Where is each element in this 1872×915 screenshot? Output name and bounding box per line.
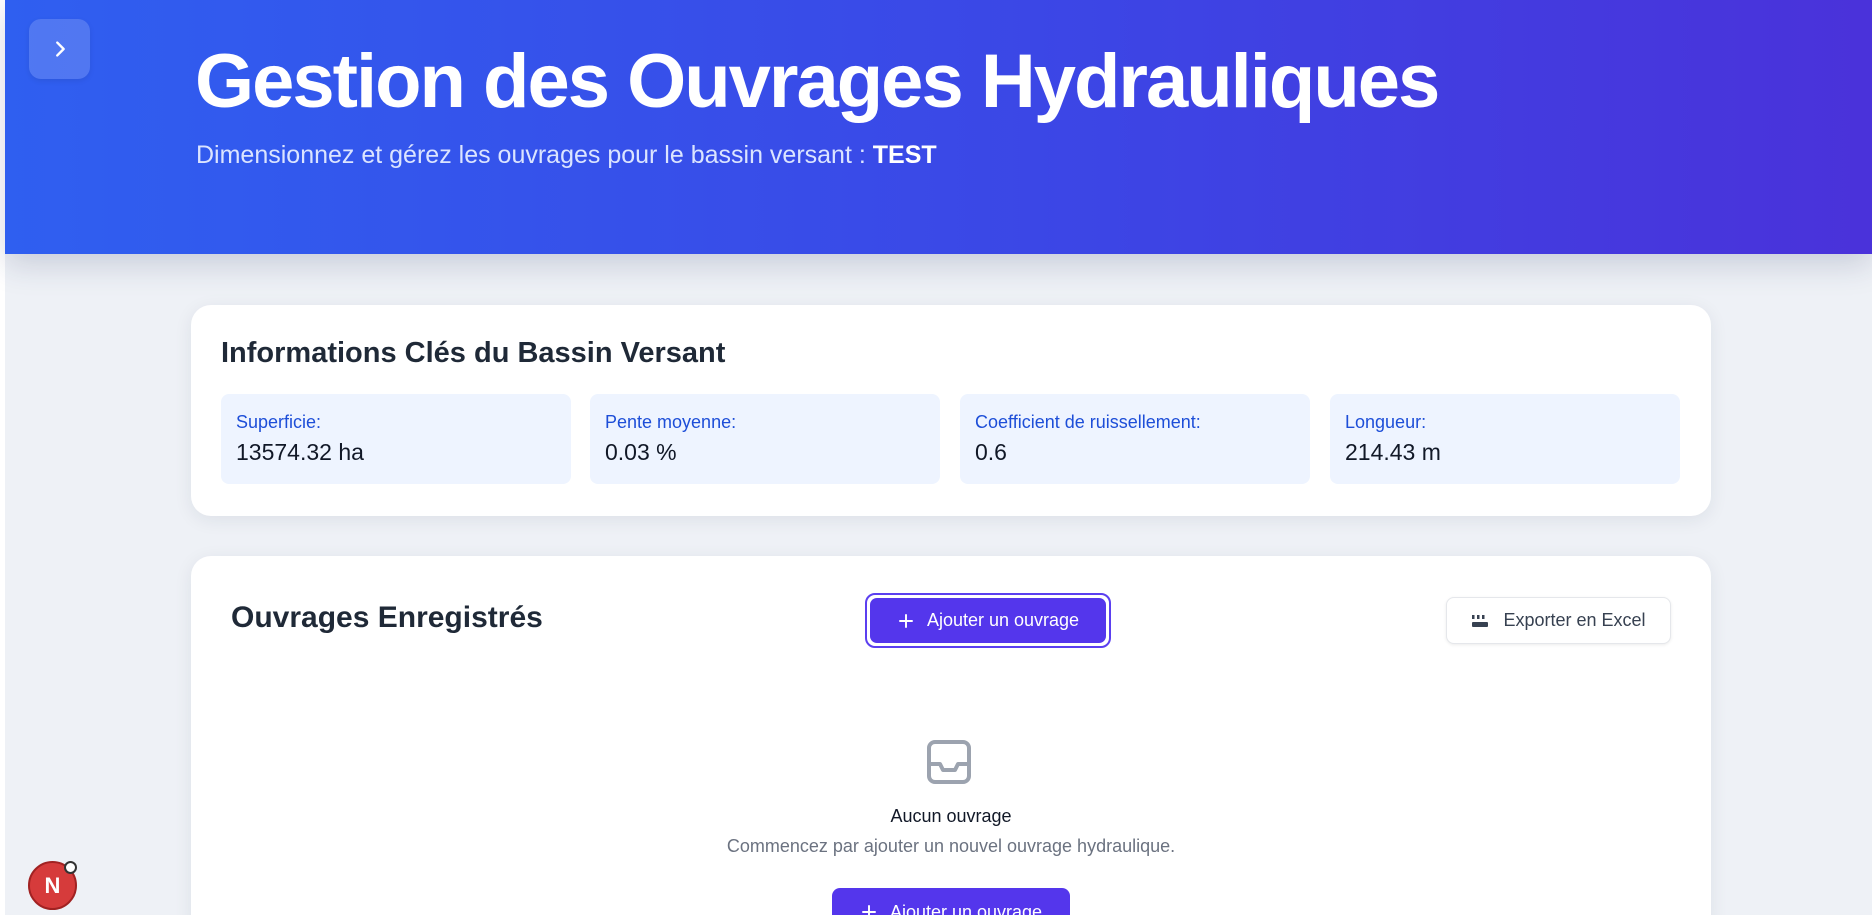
basin-info-card: Informations Clés du Bassin Versant Supe… bbox=[191, 305, 1711, 516]
add-work-label: Ajouter un ouvrage bbox=[926, 610, 1080, 630]
export-excel-label: Exporter en Excel bbox=[1503, 610, 1646, 630]
plus-icon bbox=[861, 905, 876, 915]
stat-label: Coefficient de ruissellement: bbox=[975, 412, 1201, 432]
stat-value: 214.43 m bbox=[1345, 439, 1441, 465]
empty-state-title: Aucun ouvrage bbox=[890, 806, 1012, 826]
add-work-button[interactable]: Ajouter un ouvrage bbox=[870, 598, 1106, 643]
stat-length: Longueur: 214.43 m bbox=[1330, 394, 1680, 484]
subtitle-text: Dimensionnez et gérez les ouvrages pour … bbox=[196, 141, 873, 169]
empty-add-work-button[interactable]: Ajouter un ouvrage bbox=[832, 888, 1070, 915]
add-work-button-focus-ring: Ajouter un ouvrage bbox=[865, 593, 1111, 648]
stat-label: Longueur: bbox=[1345, 412, 1427, 432]
basin-info-title: Informations Clés du Bassin Versant bbox=[221, 337, 726, 369]
basin-name: TEST bbox=[872, 141, 937, 169]
empty-state-description: Commencez par ajouter un nouvel ouvrage … bbox=[726, 836, 1176, 856]
works-card: Ouvrages Enregistrés Ajouter un ouvrage … bbox=[191, 556, 1711, 915]
notification-dot bbox=[64, 861, 77, 874]
dev-badge-letter: N bbox=[44, 872, 61, 898]
inbox-icon bbox=[927, 740, 971, 784]
stat-value: 0.6 bbox=[975, 439, 1007, 465]
stat-slope: Pente moyenne: 0.03 % bbox=[590, 394, 940, 484]
page-subtitle: Dimensionnez et gérez les ouvrages pour … bbox=[196, 141, 937, 170]
page-title: Gestion des Ouvrages Hydrauliques bbox=[195, 39, 1440, 124]
sidebar-toggle-button[interactable] bbox=[29, 19, 90, 79]
stat-value: 0.03 % bbox=[605, 439, 677, 465]
export-excel-button[interactable]: Exporter en Excel bbox=[1446, 597, 1671, 644]
stat-value: 13574.32 ha bbox=[236, 439, 364, 465]
stat-runoff-coefficient: Coefficient de ruissellement: 0.6 bbox=[960, 394, 1310, 484]
stat-label: Superficie: bbox=[236, 412, 322, 432]
chevron-right-icon bbox=[55, 41, 65, 57]
plus-icon bbox=[898, 613, 913, 628]
stat-label: Pente moyenne: bbox=[605, 412, 737, 432]
stat-area: Superficie: 13574.32 ha bbox=[221, 394, 571, 484]
works-title: Ouvrages Enregistrés bbox=[231, 601, 543, 634]
dev-tools-badge[interactable]: N bbox=[28, 861, 77, 910]
page-header: Gestion des Ouvrages Hydrauliques Dimens… bbox=[5, 0, 1872, 254]
excel-icon bbox=[1472, 614, 1489, 627]
empty-add-work-label: Ajouter un ouvrage bbox=[889, 901, 1043, 915]
